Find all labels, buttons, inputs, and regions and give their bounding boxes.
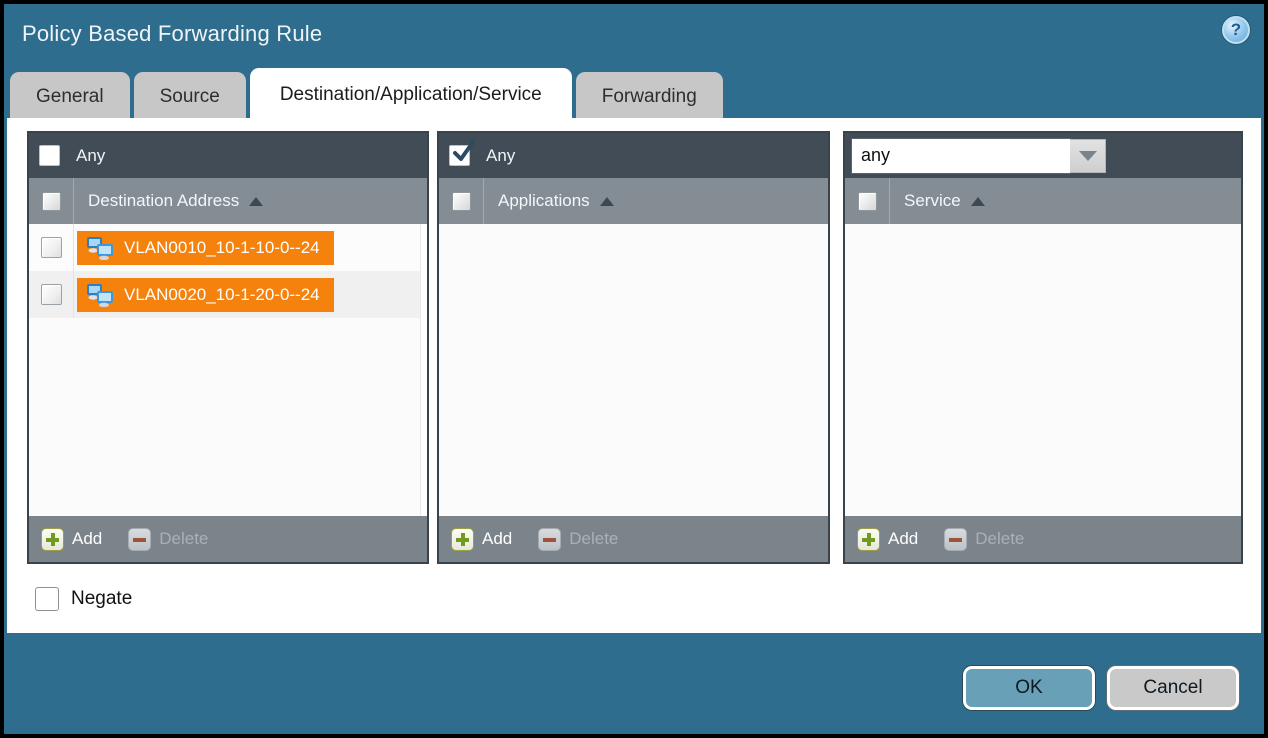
add-icon[interactable] [41,528,64,551]
tab-general[interactable]: General [10,72,130,122]
service-dropdown-bar [845,133,1241,178]
applications-any-bar: Any [439,133,828,178]
service-select-all-checkbox[interactable] [858,192,877,211]
tab-forwarding[interactable]: Forwarding [576,72,723,122]
add-button[interactable]: Add [482,529,512,549]
table-row: VLAN0020_10-1-20-0--24 [29,271,427,318]
cancel-button[interactable]: Cancel [1107,666,1239,710]
chevron-down-icon [1079,151,1097,161]
service-list [845,224,1241,516]
destination-any-bar: Any [29,133,427,178]
add-button[interactable]: Add [888,529,918,549]
service-dropdown-input[interactable] [852,139,1070,173]
network-computers-icon [85,283,115,307]
row-checkbox[interactable] [41,237,62,258]
delete-icon[interactable] [944,528,967,551]
destination-address-panel: Any Destination Address [27,131,429,564]
add-icon[interactable] [451,528,474,551]
applications-any-checkbox[interactable] [449,145,470,166]
tab-content: Any Destination Address [7,118,1261,633]
scrollbar-gutter[interactable] [420,224,427,516]
tab-bar: General Source Destination/Application/S… [10,68,727,122]
applications-list [439,224,828,516]
tab-source[interactable]: Source [134,72,246,122]
address-object-chip[interactable]: VLAN0010_10-1-10-0--24 [77,231,334,265]
table-row: VLAN0010_10-1-10-0--24 [29,224,427,271]
sort-asc-icon [249,197,263,206]
delete-icon[interactable] [538,528,561,551]
pbf-rule-dialog: Policy Based Forwarding Rule ? General S… [4,4,1264,734]
applications-any-label: Any [486,146,515,166]
destination-any-label: Any [76,146,105,166]
destination-toolbar: Add Delete [29,516,427,562]
service-panel: Service Add Delete [843,131,1243,564]
help-icon[interactable]: ? [1222,16,1250,44]
network-computers-icon [85,236,115,260]
tab-destination-application-service[interactable]: Destination/Application/Service [250,68,572,122]
ok-button[interactable]: OK [963,666,1095,710]
negate-label: Negate [71,588,132,610]
applications-select-all-checkbox[interactable] [452,192,471,211]
destination-any-checkbox[interactable] [39,145,60,166]
applications-column-header[interactable]: Applications [439,178,828,224]
negate-row: Negate [35,587,132,611]
delete-button[interactable]: Delete [159,529,208,549]
applications-panel: Any Applications Add Delete [437,131,830,564]
applications-toolbar: Add Delete [439,516,828,562]
address-object-chip[interactable]: VLAN0020_10-1-20-0--24 [77,278,334,312]
destination-column-header[interactable]: Destination Address [29,178,427,224]
destination-list: VLAN0010_10-1-10-0--24 [29,224,427,516]
page-title: Policy Based Forwarding Rule [22,21,322,47]
delete-button[interactable]: Delete [569,529,618,549]
destination-select-all-checkbox[interactable] [42,192,61,211]
add-button[interactable]: Add [72,529,102,549]
delete-button[interactable]: Delete [975,529,1024,549]
add-icon[interactable] [857,528,880,551]
service-dropdown-button[interactable] [1070,139,1106,173]
sort-asc-icon [971,197,985,206]
service-toolbar: Add Delete [845,516,1241,562]
service-column-header[interactable]: Service [845,178,1241,224]
sort-asc-icon [600,197,614,206]
delete-icon[interactable] [128,528,151,551]
row-checkbox[interactable] [41,284,62,305]
negate-checkbox[interactable] [35,587,59,611]
